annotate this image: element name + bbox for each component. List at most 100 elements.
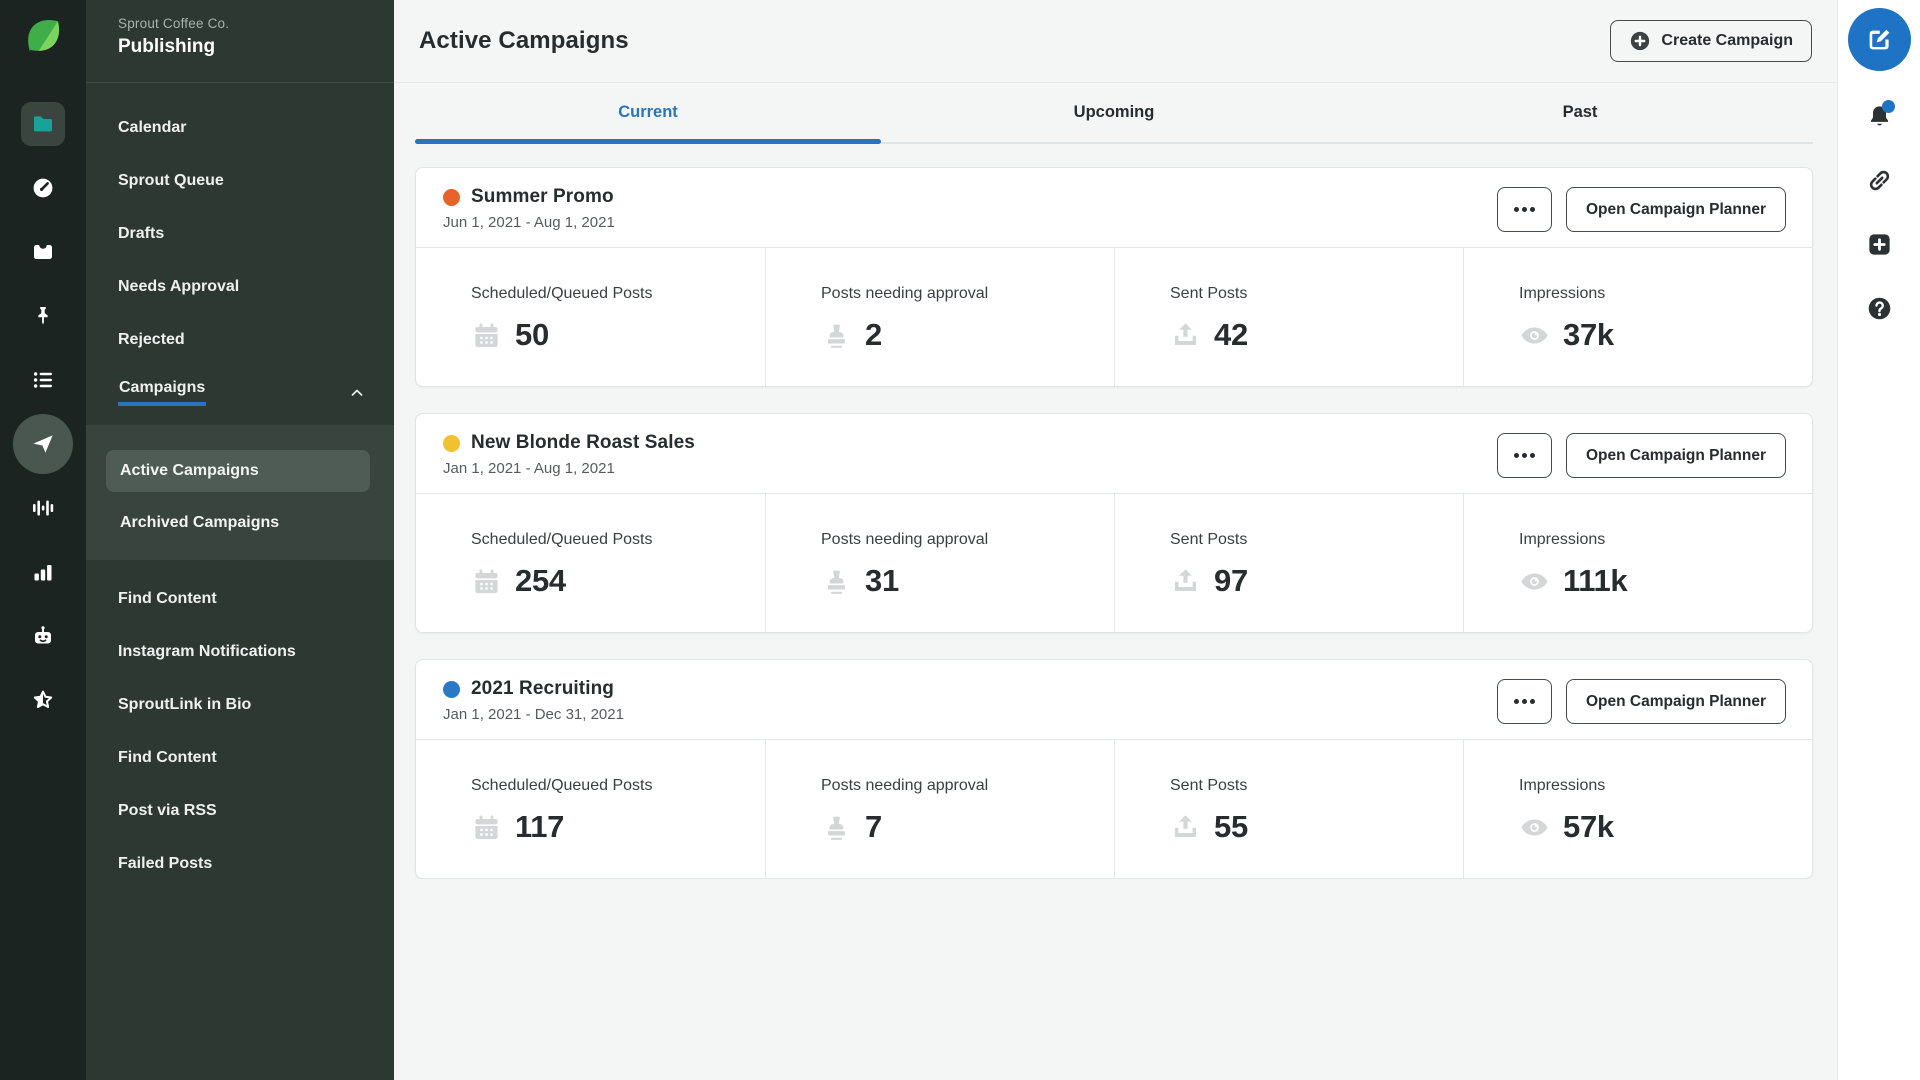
stat-value: 55 [1214,809,1248,845]
tab-upcoming[interactable]: Upcoming [881,83,1347,142]
question-circle-icon [1866,295,1893,322]
sidebar: Sprout Coffee Co. Publishing Calendar Sp… [86,0,394,1080]
campaign-card: 2021 Recruiting Jan 1, 2021 - Dec 31, 20… [415,659,1813,879]
sprout-logo-icon[interactable] [17,10,69,62]
rail-item-inbox[interactable] [21,230,65,274]
more-options-button[interactable] [1497,433,1552,478]
campaign-card-header: Summer Promo Jun 1, 2021 - Aug 1, 2021 O… [416,168,1812,247]
icon-rail [0,0,86,1080]
rail-item-listening[interactable] [21,486,65,530]
stat-impressions: Impressions 57k [1463,740,1812,878]
sidebar-item-label: Find Content [118,749,217,767]
stat-impressions: Impressions 37k [1463,248,1812,386]
campaign-color-dot [443,189,460,206]
eye-icon [1519,566,1550,597]
campaign-color-dot [443,435,460,452]
eye-icon [1519,320,1550,351]
sidebar-header: Sprout Coffee Co. Publishing [86,0,394,83]
create-campaign-button[interactable]: Create Campaign [1610,20,1812,62]
create-campaign-label: Create Campaign [1661,32,1793,50]
sidebar-item-label: Drafts [118,225,164,243]
sidebar-item-campaigns[interactable]: Campaigns [86,366,394,419]
sidebar-item-label: Sprout Queue [118,172,224,190]
sidebar-item-sproutlink-in-bio[interactable]: SproutLink in Bio [86,678,394,731]
sidebar-item-needs-approval[interactable]: Needs Approval [86,260,394,313]
paper-plane-icon [31,432,55,456]
section-title: Publishing [118,36,370,58]
campaign-title-block: New Blonde Roast Sales Jan 1, 2021 - Aug… [443,432,695,477]
page-header: Active Campaigns Create Campaign [394,0,1837,83]
campaign-card: New Blonde Roast Sales Jan 1, 2021 - Aug… [415,413,1813,633]
stat-label: Sent Posts [1170,285,1451,303]
open-campaign-planner-button[interactable]: Open Campaign Planner [1566,433,1786,478]
rail-item-bot[interactable] [21,614,65,658]
pin-icon [31,304,55,328]
rail-item-pin[interactable] [21,294,65,338]
stat-value: 254 [515,563,566,599]
stat-impressions: Impressions 111k [1463,494,1812,632]
sidebar-item-label: Failed Posts [118,855,212,873]
campaigns-submenu: Active Campaigns Archived Campaigns [86,425,394,560]
sidebar-item-label: Find Content [118,590,217,608]
campaign-stats: Scheduled/Queued Posts 117 Posts needing… [416,739,1812,878]
sidebar-item-drafts[interactable]: Drafts [86,207,394,260]
inbox-icon [31,240,55,264]
stat-scheduled-queued: Scheduled/Queued Posts 50 [416,248,765,386]
tab-past[interactable]: Past [1347,83,1813,142]
stat-value: 111k [1563,563,1627,599]
help-button[interactable] [1857,286,1901,330]
campaign-name: 2021 Recruiting [471,678,614,700]
stat-value: 42 [1214,317,1248,353]
waveform-icon [31,496,55,520]
campaign-stats: Scheduled/Queued Posts 254 Posts needing… [416,493,1812,632]
sidebar-item-instagram-notifications[interactable]: Instagram Notifications [86,625,394,678]
stat-value: 37k [1563,317,1614,353]
campaign-name: New Blonde Roast Sales [471,432,695,454]
sidebar-item-find-content-2[interactable]: Find Content [86,731,394,784]
rail-item-dashboard[interactable] [21,166,65,210]
rail-item-favorites[interactable] [21,678,65,722]
rail-item-publishing[interactable] [13,414,73,474]
stat-value: 2 [865,317,882,353]
sidebar-item-post-via-rss[interactable]: Post via RSS [86,784,394,837]
sidebar-item-failed-posts[interactable]: Failed Posts [86,837,394,890]
sidebar-nav: Calendar Sprout Queue Drafts Needs Appro… [86,83,394,890]
sent-posts-icon [1170,320,1201,351]
tab-current[interactable]: Current [415,83,881,142]
sidebar-item-find-content[interactable]: Find Content [86,572,394,625]
main-content: Active Campaigns Create Campaign Current… [394,0,1837,1080]
sent-posts-icon [1170,812,1201,843]
sidebar-item-rejected[interactable]: Rejected [86,313,394,366]
bar-chart-icon [31,560,55,584]
sidebar-item-calendar[interactable]: Calendar [86,101,394,154]
rail-item-folder[interactable] [21,102,65,146]
more-options-icon [1514,207,1535,212]
bot-icon [31,624,55,648]
rail-item-reports[interactable] [21,550,65,594]
stat-needing-approval: Posts needing approval 2 [765,248,1114,386]
open-campaign-planner-button[interactable]: Open Campaign Planner [1566,187,1786,232]
more-options-button[interactable] [1497,679,1552,724]
campaign-date-range: Jan 1, 2021 - Aug 1, 2021 [443,460,695,477]
calendar-icon [471,566,502,597]
sidebar-item-label: Campaigns [118,379,206,406]
link-button[interactable] [1857,158,1901,202]
add-button[interactable] [1857,222,1901,266]
compose-button[interactable] [1848,8,1911,71]
campaign-title-block: 2021 Recruiting Jan 1, 2021 - Dec 31, 20… [443,678,624,723]
right-rail-nav [1857,94,1901,330]
more-options-button[interactable] [1497,187,1552,232]
sidebar-item-label: SproutLink in Bio [118,696,251,714]
calendar-icon [471,812,502,843]
stat-value: 117 [515,809,564,845]
sidebar-item-active-campaigns[interactable]: Active Campaigns [106,450,370,492]
rail-item-list[interactable] [21,358,65,402]
open-campaign-planner-button[interactable]: Open Campaign Planner [1566,679,1786,724]
sidebar-item-sprout-queue[interactable]: Sprout Queue [86,154,394,207]
campaign-date-range: Jan 1, 2021 - Dec 31, 2021 [443,706,624,723]
sidebar-item-archived-campaigns[interactable]: Archived Campaigns [106,502,370,544]
notification-dot [1882,100,1895,113]
notifications-button[interactable] [1857,94,1901,138]
gauge-icon [31,176,55,200]
stat-label: Posts needing approval [821,531,1102,549]
